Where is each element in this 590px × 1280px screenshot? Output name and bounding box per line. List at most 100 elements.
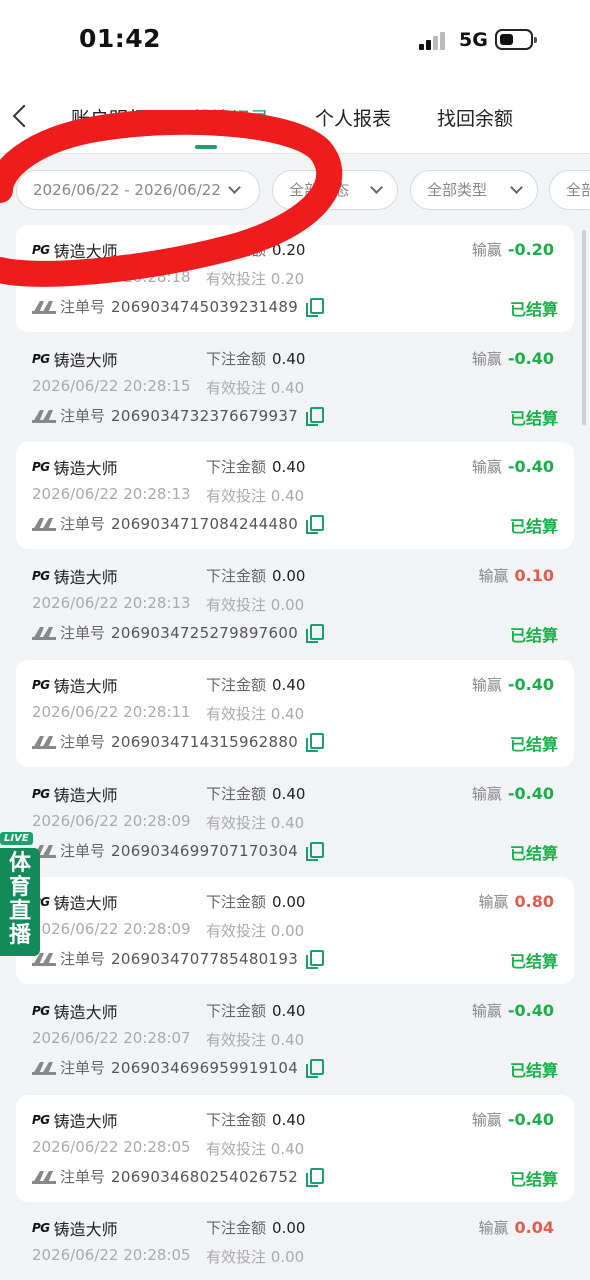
valid-bet-value: 0.00 xyxy=(270,922,305,940)
signal-icon xyxy=(419,32,449,50)
bet-amount-label: 下注金额 xyxy=(206,893,267,911)
type-filter[interactable]: 全部类型 xyxy=(410,170,538,210)
win-loss-value: -0.40 xyxy=(507,1110,554,1129)
status-badge: 已结算 xyxy=(509,735,558,754)
win-loss-label: 输赢 xyxy=(478,567,509,585)
status-badge: 已结算 xyxy=(509,844,558,863)
tab-personal-report[interactable]: 个人报表 xyxy=(315,104,391,131)
valid-bet: 有效投注 0.40 xyxy=(206,485,304,506)
valid-bet: 有效投注 0.00 xyxy=(206,920,304,941)
status-badge: 已结算 xyxy=(509,626,558,645)
game-title: 铸造大师 xyxy=(53,677,118,696)
order-number-label: 注单号 xyxy=(60,515,106,533)
bet-amount-value: 0.00 xyxy=(272,1219,306,1237)
bet-record-card[interactable]: PG 铸造大师 下注金额 0.40 输赢 -0.40 2026/06/22 20:28:13… xyxy=(16,442,574,549)
bet-record-card[interactable]: PG 铸造大师 下注金额 0.00 输赢 0.80 2026/06/22 20:28:09 有… xyxy=(16,877,574,984)
valid-bet-value: 0.20 xyxy=(270,270,305,288)
back-icon[interactable] xyxy=(12,104,36,128)
bet-record-card[interactable]: PG 铸造大师 下注金额 0.40 输赢 -0.40 2026/06/22 20:28:11… xyxy=(16,660,574,767)
win-loss-label: 输赢 xyxy=(478,893,509,911)
win-loss: 输赢 -0.20 xyxy=(472,239,554,260)
valid-bet: 有效投注 0.00 xyxy=(206,594,304,615)
bet-record-card[interactable]: PG 铸造大师 下注金额 0.00 输赢 0.10 2026/06/22 20:28:13 有… xyxy=(16,551,574,658)
status-time: 01:42 xyxy=(79,24,162,53)
copy-icon[interactable] xyxy=(306,407,324,426)
pg-logo-icon: PG xyxy=(32,1004,50,1018)
valid-bet: 有效投注 0.40 xyxy=(206,812,304,833)
bet-time: 2026/06/22 20:28:09 xyxy=(32,812,191,830)
valid-bet: 有效投注 0.00 xyxy=(206,1246,304,1267)
bet-amount-label: 下注金额 xyxy=(206,1219,267,1237)
game-title: 铸造大师 xyxy=(53,1112,118,1131)
copy-icon[interactable] xyxy=(306,298,324,317)
order-number-label: 注单号 xyxy=(60,624,106,642)
bet-record-card[interactable]: PG 铸造大师 下注金额 0.00 输赢 0.04 2026/06/22 20:28:05 有… xyxy=(16,1203,574,1280)
win-loss-value: -0.40 xyxy=(507,784,554,803)
win-loss-value: 0.80 xyxy=(514,892,554,911)
order-number-value: 2069034745039231489 xyxy=(111,297,299,316)
date-range-value: 2026/06/22 - 2026/06/22 xyxy=(33,181,221,199)
copy-icon[interactable] xyxy=(306,515,324,534)
bet-record-card[interactable]: PG 铸造大师 下注金额 0.40 输赢 -0.40 2026/06/22 20:28:15… xyxy=(16,334,574,441)
bet-amount-label: 下注金额 xyxy=(206,1002,267,1020)
bet-time: 2026/06/22 20:28:18 xyxy=(32,268,191,286)
valid-bet-label: 有效投注 xyxy=(206,1248,267,1266)
copy-icon[interactable] xyxy=(306,842,324,861)
order-number-value: 2069034714315962880 xyxy=(111,732,299,751)
copy-icon[interactable] xyxy=(306,950,324,969)
scrollbar[interactable] xyxy=(582,230,586,425)
bet-amount-label: 下注金额 xyxy=(206,241,267,259)
win-loss: 输赢 -0.40 xyxy=(472,1109,554,1130)
bet-time: 2026/06/22 20:28:13 xyxy=(32,485,191,503)
bet-record-card[interactable]: PG 铸造大师 下注金额 0.40 输赢 -0.40 2026/06/22 20:28:09… xyxy=(16,769,574,876)
copy-icon[interactable] xyxy=(306,1168,324,1187)
live-sports-badge[interactable]: LIVE 体育直播 xyxy=(0,832,40,956)
valid-bet-value: 0.40 xyxy=(270,379,305,397)
status-filter[interactable]: 全部状态 xyxy=(272,170,398,210)
copy-icon[interactable] xyxy=(306,733,324,752)
nav-header: 账户明细 投注记录 个人报表 找回余额 xyxy=(0,82,590,154)
bet-time: 2026/06/22 20:28:09 xyxy=(32,920,191,938)
tab-bet-records[interactable]: 投注记录 xyxy=(193,104,269,131)
tab-account-detail[interactable]: 账户明细 xyxy=(71,104,147,131)
game-name: PG 铸造大师 xyxy=(32,673,118,697)
game-title: 铸造大师 xyxy=(53,459,118,478)
bet-record-card[interactable]: PG 铸造大师 下注金额 0.40 输赢 -0.40 2026/06/22 20:28:07… xyxy=(16,986,574,1093)
win-loss: 输赢 -0.40 xyxy=(472,456,554,477)
bet-time: 2026/06/22 20:28:11 xyxy=(32,703,191,721)
game-title: 铸造大师 xyxy=(53,786,118,805)
bet-time: 2026/06/22 20:28:05 xyxy=(32,1246,191,1264)
copy-icon[interactable] xyxy=(306,1059,324,1078)
bet-amount-value: 0.40 xyxy=(272,1002,306,1020)
bet-record-card[interactable]: PG 铸造大师 下注金额 0.40 输赢 -0.40 2026/06/22 20:28:05… xyxy=(16,1095,574,1202)
order-number: 注单号 2069034725279897600 xyxy=(32,622,298,643)
pg-logo-icon: PG xyxy=(32,1113,50,1127)
bet-record-card[interactable]: PG 铸造大师 下注金额 0.20 输赢 -0.20 2026/06/22 20:28:18… xyxy=(16,225,574,332)
order-number-value: 2069034707785480193 xyxy=(111,949,299,968)
game-title: 铸造大师 xyxy=(53,351,118,370)
bet-amount-value: 0.40 xyxy=(272,458,306,476)
order-number: 注单号 2069034745039231489 xyxy=(32,296,298,317)
status-badge: 已结算 xyxy=(509,409,558,428)
copy-icon[interactable] xyxy=(306,624,324,643)
win-loss: 输赢 -0.40 xyxy=(472,1000,554,1021)
status-badge: 已结算 xyxy=(509,300,558,319)
chevron-down-icon xyxy=(228,181,241,194)
bet-time: 2026/06/22 20:28:07 xyxy=(32,1029,191,1047)
pg-logo-icon: PG xyxy=(32,460,50,474)
order-number-label: 注单号 xyxy=(60,298,106,316)
order-number: 注单号 2069034732376679937 xyxy=(32,405,298,426)
tab-recover-balance[interactable]: 找回余额 xyxy=(437,104,513,131)
more-filter[interactable]: 全部 xyxy=(549,170,590,210)
date-range-filter[interactable]: 2026/06/22 - 2026/06/22 xyxy=(16,170,260,210)
status-badge: 已结算 xyxy=(509,1061,558,1080)
order-logo-icon xyxy=(32,1170,56,1184)
win-loss-value: -0.40 xyxy=(507,457,554,476)
pg-logo-icon: PG xyxy=(32,678,50,692)
order-number: 注单号 2069034707785480193 xyxy=(32,948,298,969)
network-label: 5G xyxy=(459,29,488,51)
win-loss-label: 输赢 xyxy=(478,1219,509,1237)
order-number: 注单号 2069034680254026752 xyxy=(32,1166,298,1187)
game-title: 铸造大师 xyxy=(53,894,118,913)
valid-bet: 有效投注 0.40 xyxy=(206,1029,304,1050)
